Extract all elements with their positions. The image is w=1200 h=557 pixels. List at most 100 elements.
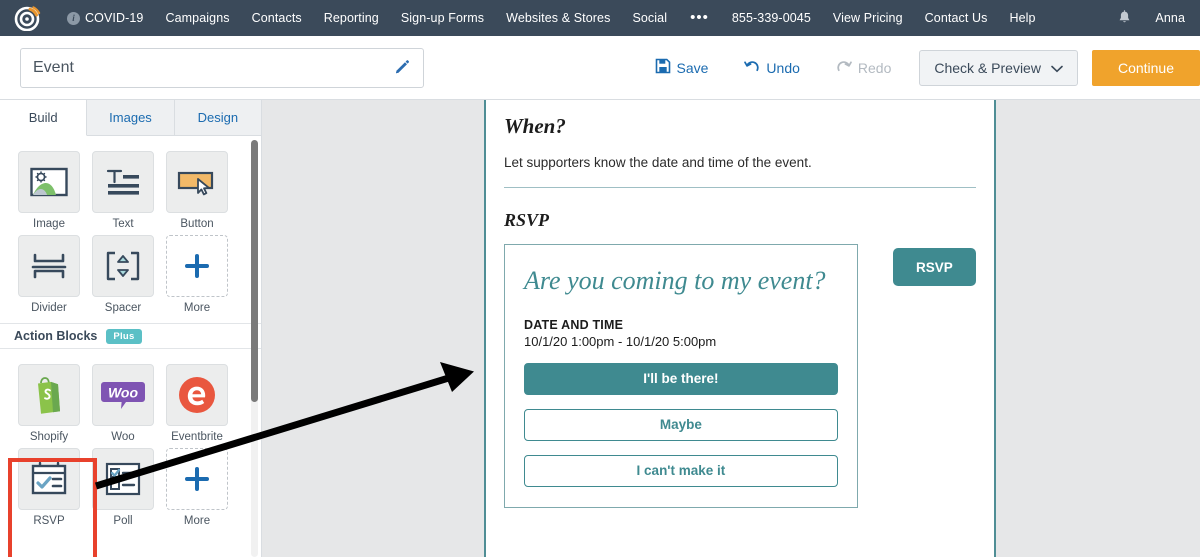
rsvp-section-title: RSVP (504, 210, 550, 230)
block-text[interactable]: Text (86, 151, 160, 230)
redo-button[interactable]: Redo (818, 58, 909, 77)
top-navigation-bar: i COVID-19 Campaigns Contacts Reporting … (0, 0, 1200, 36)
nav-item-help[interactable]: Help (999, 0, 1047, 36)
nav-item-contacts[interactable]: Contacts (241, 0, 313, 36)
nav-item-contact-us[interactable]: Contact Us (914, 0, 999, 36)
rsvp-date-label: DATE AND TIME (524, 317, 624, 332)
text-block-icon[interactable] (92, 151, 154, 213)
rsvp-question: Are you coming to my event? (524, 266, 826, 295)
save-button[interactable]: Save (637, 58, 727, 77)
editor-toolbar: Event Save Undo Redo Check & Preview Con… (0, 36, 1200, 100)
nav-user-account[interactable]: Anna (1144, 0, 1196, 36)
block-woo[interactable]: Woo Woo (86, 364, 160, 443)
image-block-icon[interactable] (18, 151, 80, 213)
block-divider[interactable]: Divider (12, 235, 86, 314)
tab-images[interactable]: Images (87, 100, 175, 135)
rsvp-option-maybe[interactable]: Maybe (524, 408, 838, 441)
eventbrite-icon[interactable] (166, 364, 228, 426)
basic-blocks-grid: Image Text Button Divider Spacer More (0, 136, 261, 314)
email-canvas: When? Let supporters know the date and t… (484, 100, 996, 557)
nav-item-reporting[interactable]: Reporting (313, 0, 390, 36)
block-more-action[interactable]: More (160, 448, 234, 527)
rsvp-cta-button[interactable]: RSVP (892, 248, 976, 286)
action-blocks-title: Action Blocks (14, 329, 98, 343)
nav-item-sign-up-forms[interactable]: Sign-up Forms (390, 0, 495, 36)
rsvp-option-yes[interactable]: I'll be there! (524, 362, 838, 395)
notification-bell-icon[interactable] (1105, 10, 1144, 26)
poll-icon[interactable] (92, 448, 154, 510)
constant-contact-logo-icon[interactable] (0, 0, 56, 36)
chevron-down-icon (1051, 60, 1063, 76)
pencil-icon[interactable] (393, 59, 411, 77)
divider-block-icon[interactable] (18, 235, 80, 297)
nav-item-campaigns[interactable]: Campaigns (154, 0, 240, 36)
check-and-preview-label: Check & Preview (934, 59, 1041, 76)
save-icon (655, 58, 671, 77)
woocommerce-icon[interactable]: Woo (92, 364, 154, 426)
rsvp-card[interactable]: Are you coming to my event? DATE AND TIM… (504, 244, 858, 508)
nav-item-label: COVID-19 (85, 11, 144, 25)
rsvp-calendar-icon[interactable] (18, 448, 80, 510)
spacer-block-icon[interactable] (92, 235, 154, 297)
rsvp-block-row: Are you coming to my event? DATE AND TIM… (504, 244, 976, 508)
canvas-right-gutter (996, 100, 1200, 557)
block-eventbrite[interactable]: Eventbrite (160, 364, 234, 443)
check-and-preview-dropdown[interactable]: Check & Preview (919, 49, 1078, 86)
block-label: Text (112, 218, 134, 230)
block-image[interactable]: Image (12, 151, 86, 230)
block-rsvp[interactable]: RSVP (12, 448, 86, 527)
block-label: Image (33, 218, 65, 230)
rsvp-date-value: 10/1/20 1:00pm - 10/1/20 5:00pm (524, 333, 717, 349)
nav-overflow-menu-icon[interactable]: ••• (678, 3, 721, 33)
block-label: Eventbrite (171, 431, 223, 443)
block-more-basic[interactable]: More (160, 235, 234, 314)
info-icon: i (67, 11, 80, 25)
tab-build[interactable]: Build (0, 100, 88, 136)
nav-item-view-pricing[interactable]: View Pricing (822, 0, 914, 36)
toolbar-actions: Save Undo Redo Check & Preview Continue (637, 49, 1200, 86)
block-label: Poll (113, 515, 133, 527)
nav-right-group: Anna (1105, 0, 1200, 36)
when-section-subtitle: Let supporters know the date and time of… (504, 155, 812, 170)
block-label: Spacer (104, 302, 142, 314)
block-label: Button (180, 218, 214, 230)
svg-text:Woo: Woo (108, 385, 139, 401)
block-label: More (183, 515, 211, 527)
nav-primary-links: i COVID-19 Campaigns Contacts Reporting … (56, 0, 1105, 36)
tab-design[interactable]: Design (174, 100, 261, 135)
block-shopify[interactable]: Shopify (12, 364, 86, 443)
nav-item-social[interactable]: Social (621, 0, 678, 36)
save-button-label: Save (676, 59, 709, 76)
sidebar-scrollbar-thumb[interactable] (251, 140, 258, 402)
builder-sidebar: Build Images Design Image Text Button Di… (0, 100, 262, 557)
redo-icon (836, 58, 852, 77)
when-section-title: When? (504, 114, 566, 138)
status-badge: Plus (106, 328, 142, 344)
action-blocks-grid: Shopify Woo Woo Eventbrite RSVP Poll Mor… (0, 349, 261, 527)
button-block-icon[interactable] (166, 151, 228, 213)
block-label: Shopify (29, 431, 69, 443)
nav-item-covid-19[interactable]: i COVID-19 (56, 0, 154, 36)
continue-button[interactable]: Continue (1091, 49, 1200, 86)
campaign-title-field[interactable]: Event (20, 47, 424, 88)
block-label: More (183, 302, 211, 314)
rsvp-option-no[interactable]: I can't make it (524, 454, 838, 487)
sidebar-scrollbar[interactable] (251, 140, 258, 557)
block-button[interactable]: Button (160, 151, 234, 230)
redo-button-label: Redo (857, 59, 892, 76)
app-root: i COVID-19 Campaigns Contacts Reporting … (0, 0, 1200, 557)
block-label: Woo (111, 431, 135, 443)
plus-icon[interactable] (166, 235, 228, 297)
block-label: RSVP (33, 515, 65, 527)
shopify-icon[interactable] (18, 364, 80, 426)
undo-button[interactable]: Undo (726, 58, 817, 77)
block-poll[interactable]: Poll (86, 448, 160, 527)
sidebar-tabs: Build Images Design (0, 100, 261, 136)
block-spacer[interactable]: Spacer (86, 235, 160, 314)
action-blocks-header: Action Blocks Plus (0, 323, 261, 349)
undo-icon (744, 58, 760, 77)
plus-icon[interactable] (166, 448, 228, 510)
nav-item-websites-stores[interactable]: Websites & Stores (495, 0, 621, 36)
canvas-left-gutter (262, 100, 484, 557)
nav-item-phone-number[interactable]: 855-339-0045 (721, 0, 822, 36)
